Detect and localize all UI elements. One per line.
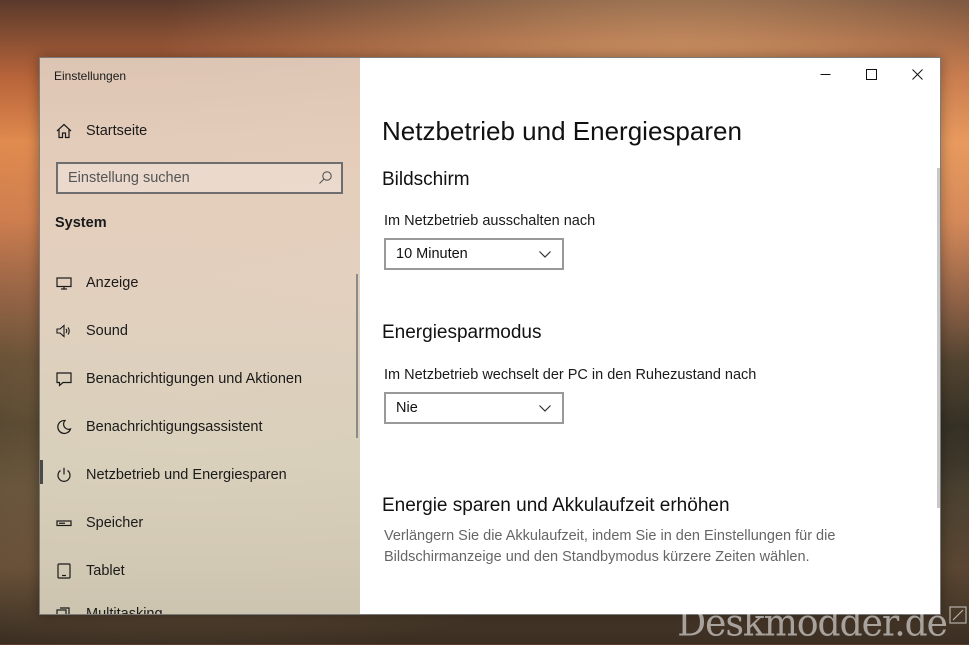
close-button[interactable] — [894, 58, 940, 90]
content-scrollbar[interactable] — [937, 168, 940, 508]
sidebar-item-label: Tablet — [86, 563, 125, 579]
power-icon — [55, 466, 73, 484]
screen-timeout-label: Im Netzbetrieb ausschalten nach — [384, 213, 596, 229]
battery-description: Verlängern Sie die Akkulaufzeit, indem S… — [384, 528, 836, 565]
maximize-icon — [865, 68, 877, 80]
sidebar-item-label: Netzbetrieb und Energiesparen — [86, 467, 287, 483]
sidebar-item-display[interactable]: Anzeige — [40, 263, 360, 303]
watermark-logo-icon — [949, 606, 967, 624]
moon-icon — [55, 418, 73, 436]
chevron-down-icon — [539, 251, 551, 258]
monitor-icon — [55, 274, 73, 292]
sidebar-item-label: Benachrichtigungsassistent — [86, 419, 263, 435]
minimize-button[interactable] — [802, 58, 848, 90]
sidebar-item-label: Multitasking — [86, 606, 163, 615]
sidebar-item-notifications[interactable]: Benachrichtigungen und Aktionen — [40, 359, 360, 399]
search-icon[interactable] — [317, 170, 333, 186]
tablet-icon — [55, 562, 73, 580]
sidebar-item-power[interactable]: Netzbetrieb und Energiesparen — [40, 455, 360, 495]
storage-icon — [55, 514, 73, 532]
sleep-timeout-value: Nie — [396, 400, 418, 416]
sidebar: Einstellungen Startseite Einstellung suc… — [40, 58, 360, 614]
caption-buttons — [802, 58, 940, 90]
section-heading: System — [55, 215, 107, 231]
page-title: Netzbetrieb und Energiesparen — [382, 116, 742, 146]
section-heading-screen: Bildschirm — [382, 169, 470, 190]
window-title: Einstellungen — [54, 69, 127, 83]
close-icon — [911, 68, 923, 80]
sidebar-item-sound[interactable]: Sound — [40, 311, 360, 351]
notification-icon — [55, 370, 73, 388]
section-heading-battery: Energie sparen und Akkulaufzeit erhöhen — [382, 495, 730, 516]
multitasking-icon — [55, 605, 73, 614]
sleep-timeout-dropdown[interactable]: Nie — [384, 392, 564, 424]
sidebar-item-storage[interactable]: Speicher — [40, 503, 360, 543]
minimize-icon — [820, 73, 830, 75]
chevron-down-icon — [539, 405, 551, 412]
sidebar-item-label: Benachrichtigungen und Aktionen — [86, 371, 303, 387]
nav-home[interactable]: Startseite — [40, 111, 360, 151]
screen-timeout-value: 10 Minuten — [396, 246, 468, 262]
screen-timeout-dropdown[interactable]: 10 Minuten — [384, 238, 564, 270]
sidebar-item-focus-assist[interactable]: Benachrichtigungsassistent — [40, 407, 360, 447]
search-input[interactable]: Einstellung suchen — [56, 162, 343, 194]
sleep-timeout-label: Im Netzbetrieb wechselt der PC in den Ru… — [384, 367, 757, 383]
content-pane: Netzbetrieb und Energiesparen Bildschirm… — [360, 58, 940, 614]
sidebar-item-label: Sound — [86, 323, 128, 339]
home-icon — [55, 122, 73, 140]
maximize-button[interactable] — [848, 58, 894, 90]
nav-home-label: Startseite — [86, 123, 148, 139]
sidebar-item-label: Anzeige — [86, 275, 139, 291]
section-heading-sleep: Energiesparmodus — [382, 322, 542, 343]
speaker-icon — [55, 322, 73, 340]
search-placeholder: Einstellung suchen — [68, 170, 190, 186]
sidebar-item-label: Speicher — [86, 515, 144, 531]
watermark-text: Deskmodder.de — [677, 601, 948, 645]
sidebar-scrollbar[interactable] — [356, 274, 358, 438]
sidebar-item-tablet[interactable]: Tablet — [40, 551, 360, 591]
sidebar-item-multitasking[interactable]: Multitasking — [40, 594, 360, 615]
settings-window: Einstellungen Startseite Einstellung suc… — [39, 57, 941, 615]
